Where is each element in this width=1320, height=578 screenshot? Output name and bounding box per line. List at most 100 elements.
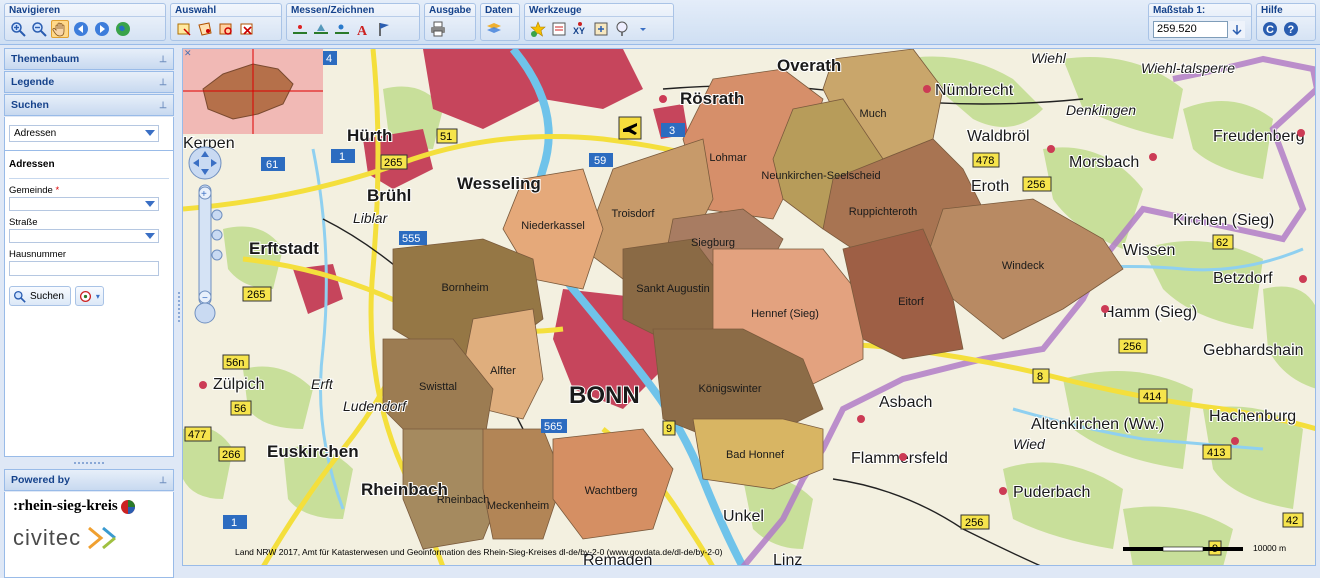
- strasse-label: Straße: [9, 217, 38, 228]
- place-ludendorf: Ludendorf: [343, 398, 408, 414]
- chevron-down-icon: [145, 130, 155, 136]
- panel-legende[interactable]: Legende ⊥: [4, 71, 174, 93]
- flag-icon[interactable]: [375, 20, 393, 38]
- overview-close-icon[interactable]: ✕: [184, 49, 192, 59]
- place-freudenberg: Freudenberg: [1213, 128, 1305, 145]
- hausnummer-input[interactable]: [9, 261, 159, 276]
- place-zuelpich: Zülpich: [213, 376, 265, 393]
- main-toolbar: Navigieren Auswahl Messen/Zeichnen A Aus…: [0, 0, 1320, 45]
- search-options-button[interactable]: ▾: [74, 286, 104, 306]
- place-erftstadt: Erftstadt: [249, 239, 319, 258]
- region-wachtberg[interactable]: [552, 428, 674, 540]
- road-265-a: 265: [384, 157, 402, 169]
- panel-suchen[interactable]: Suchen ⊥: [4, 94, 174, 116]
- select-clear-icon[interactable]: [217, 20, 235, 38]
- road-555: 555: [402, 233, 420, 245]
- globe-icon[interactable]: [114, 20, 132, 38]
- toolbar-group-daten: Daten: [480, 3, 520, 41]
- panel-powered-by[interactable]: Powered by ⊥: [4, 469, 174, 491]
- pan-hand-icon[interactable]: [51, 20, 69, 38]
- search-button-label: Suchen: [30, 290, 64, 302]
- civitec-logo: civitec: [13, 525, 82, 550]
- svg-text:C: C: [1266, 24, 1274, 36]
- pin-icon[interactable]: ⊥: [159, 77, 167, 88]
- measure-area-icon[interactable]: [312, 20, 330, 38]
- place-roesrath: Rösrath: [680, 89, 744, 108]
- svg-text:+: +: [201, 189, 207, 200]
- place-morsbach: Morsbach: [1069, 154, 1139, 171]
- chevron-down-icon: ▾: [95, 291, 100, 301]
- road-256-b: 256: [1123, 341, 1141, 353]
- road-266: 266: [222, 449, 240, 461]
- select-polygon-icon[interactable]: [196, 20, 214, 38]
- label-neunkirchen-seelscheid: Neunkirchen-Seelscheid: [761, 170, 880, 182]
- zoom-out-icon[interactable]: [30, 20, 48, 38]
- place-nuembrecht: Nümbrecht: [935, 82, 1014, 99]
- map-canvas[interactable]: Much Lohmar Neunkirchen-Seelscheid Ruppi…: [182, 48, 1316, 566]
- favorite-star-icon[interactable]: [529, 20, 547, 38]
- measure-line-icon[interactable]: [291, 20, 309, 38]
- copyright-text: Land NRW 2017, Amt für Katasterwesen und…: [235, 547, 723, 557]
- label-much: Much: [860, 108, 887, 120]
- select-delete-icon[interactable]: [238, 20, 256, 38]
- road-256-c: 256: [965, 517, 983, 529]
- help-question-icon[interactable]: ?: [1282, 20, 1300, 38]
- toolbar-group-ausgabe: Ausgabe: [424, 3, 476, 41]
- place-wissen: Wissen: [1123, 242, 1175, 259]
- pin-icon[interactable]: ⊥: [159, 475, 167, 486]
- back-arrow-icon[interactable]: [72, 20, 90, 38]
- scale-apply-button[interactable]: [1227, 21, 1245, 38]
- group-title: Hilfe: [1257, 4, 1315, 17]
- place-denklingen: Denklingen: [1066, 102, 1136, 118]
- airport-icon: [618, 116, 642, 140]
- chevron-down-icon: [145, 233, 155, 239]
- place-wesseling: Wesseling: [457, 174, 541, 193]
- search-button[interactable]: Suchen: [9, 286, 71, 306]
- road-56: 56: [234, 403, 246, 415]
- place-bruehl: Brühl: [367, 186, 411, 205]
- label-eitorf: Eitorf: [898, 296, 925, 308]
- overview-map[interactable]: ✕: [183, 49, 323, 134]
- group-title: Messen/Zeichnen: [287, 4, 419, 17]
- dropdown-arrow-icon[interactable]: [634, 20, 652, 38]
- gemeinde-select[interactable]: [9, 197, 159, 211]
- text-draw-icon[interactable]: A: [354, 20, 372, 38]
- road-565: 565: [544, 421, 562, 433]
- toolbar-group-messen: Messen/Zeichnen A: [286, 3, 420, 41]
- strasse-select[interactable]: [9, 229, 159, 243]
- marker-icon[interactable]: [613, 20, 631, 38]
- civitec-mark-icon: [88, 526, 117, 550]
- map-base: Much Lohmar Neunkirchen-Seelscheid Ruppi…: [183, 49, 1315, 565]
- road-265-b: 265: [247, 289, 265, 301]
- road-62: 62: [1216, 237, 1228, 249]
- vertical-splitter[interactable]: [176, 48, 181, 566]
- reset-c-icon[interactable]: C: [1261, 20, 1279, 38]
- svg-text:?: ?: [1288, 24, 1295, 36]
- required-mark: *: [55, 185, 60, 196]
- panel-title: Suchen: [11, 99, 49, 111]
- road-413: 413: [1207, 447, 1225, 459]
- label-meckenheim: Meckenheim: [487, 500, 549, 512]
- measure-point-icon[interactable]: [333, 20, 351, 38]
- feature-info-icon[interactable]: [550, 20, 568, 38]
- coordinates-xy-icon[interactable]: XY: [571, 20, 589, 38]
- place-hamm-sieg: Hamm (Sieg): [1103, 304, 1197, 321]
- road-51: 51: [440, 131, 452, 143]
- pin-icon[interactable]: ⊥: [159, 100, 167, 111]
- toolbar-group-navigieren: Navigieren: [4, 3, 166, 41]
- zoom-in-icon[interactable]: [9, 20, 27, 38]
- pin-icon[interactable]: ⊥: [159, 54, 167, 65]
- label-swisttal: Swisttal: [419, 381, 457, 393]
- label-wachtberg: Wachtberg: [585, 485, 638, 497]
- select-rectangle-icon[interactable]: [175, 20, 193, 38]
- place-rheinbach-town: Rheinbach: [361, 480, 448, 499]
- splitter-handle[interactable]: [4, 457, 174, 469]
- panel-themenbaum[interactable]: Themenbaum ⊥: [4, 48, 174, 70]
- svg-text:XY: XY: [573, 26, 585, 36]
- search-type-select[interactable]: Adressen: [9, 125, 159, 142]
- forward-arrow-icon[interactable]: [93, 20, 111, 38]
- layers-data-icon[interactable]: [485, 20, 503, 38]
- export-icon[interactable]: [592, 20, 610, 38]
- river-wied: Wied: [1013, 436, 1046, 452]
- print-icon[interactable]: [429, 20, 447, 38]
